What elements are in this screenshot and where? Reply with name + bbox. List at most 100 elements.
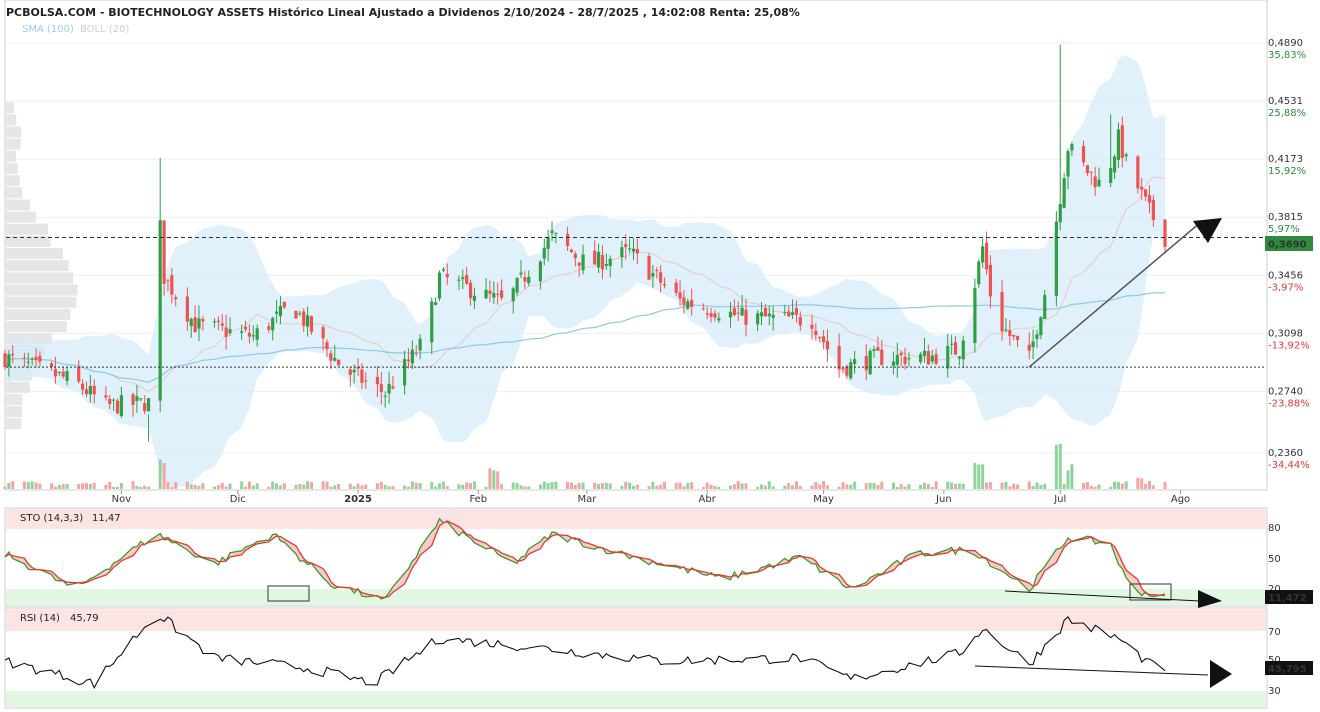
volume-bar xyxy=(220,483,224,489)
volume-bar xyxy=(337,483,341,489)
volume-bar xyxy=(406,486,410,489)
candle-body xyxy=(628,248,632,250)
candle-body xyxy=(709,313,713,317)
volume-bar xyxy=(554,481,558,489)
candle-body xyxy=(977,261,981,285)
volume-bar xyxy=(438,483,442,489)
candle-body xyxy=(88,385,92,395)
month-label: Abr xyxy=(699,494,717,505)
candle-body xyxy=(1163,219,1167,247)
candle-body xyxy=(903,356,907,365)
candle-body xyxy=(329,353,333,361)
candle-body xyxy=(728,311,733,318)
sto-current-label: 11,472 xyxy=(1268,593,1307,604)
candle-body xyxy=(7,354,11,367)
volume-bar xyxy=(515,483,519,489)
chart-stage: 0,4890 35,83% 0,4531 25,88% 0,4173 15,92% 0,38… xyxy=(0,0,1320,712)
volume-bar xyxy=(119,482,123,489)
month-label: Jun xyxy=(935,494,952,505)
volume-bar xyxy=(682,486,686,489)
volume-bar xyxy=(189,484,193,489)
candle-body xyxy=(957,356,961,359)
candle-body xyxy=(620,247,624,258)
candle-body xyxy=(3,353,7,368)
candle-body xyxy=(22,357,26,359)
candle-body xyxy=(1062,178,1066,208)
candle-body xyxy=(364,380,368,382)
candle-body xyxy=(713,313,717,318)
volume-bar xyxy=(77,483,81,489)
volume-profile-bar xyxy=(6,150,16,162)
candle-body xyxy=(596,251,601,268)
candle-body xyxy=(1144,189,1148,197)
candle-body xyxy=(360,369,364,383)
candle-body xyxy=(434,302,438,306)
candle-body xyxy=(798,317,802,326)
volume-bar xyxy=(26,482,30,489)
volume-bar xyxy=(655,485,659,489)
volume-bar xyxy=(957,483,961,489)
candle-body xyxy=(918,354,923,362)
volume-bar xyxy=(1035,482,1039,489)
candle-body xyxy=(542,247,546,259)
sto-overbought-zone xyxy=(6,509,1266,529)
volume-profile-bar xyxy=(6,199,31,211)
volume-bar xyxy=(112,486,116,489)
volume-bar xyxy=(1120,483,1124,489)
rsi-oversold-zone xyxy=(6,691,1266,707)
volume-bar xyxy=(139,486,143,489)
volume-bar xyxy=(973,462,977,489)
sto-oversold-zone xyxy=(6,589,1266,605)
volume-bar xyxy=(566,481,570,489)
volume-bar xyxy=(783,485,787,489)
volume-bar xyxy=(306,481,310,489)
volume-bar xyxy=(135,485,139,489)
volume-profile-bar xyxy=(6,138,21,150)
candle-body xyxy=(11,353,15,356)
candle-body xyxy=(655,269,659,272)
candle-body xyxy=(519,272,523,275)
volume-bar xyxy=(500,484,504,489)
candle-body xyxy=(170,275,174,295)
volume-bar xyxy=(356,483,360,489)
volume-bar xyxy=(387,486,391,489)
volume-bar xyxy=(3,486,7,489)
rsi-label: RSI (14) xyxy=(20,613,60,624)
volume-bar xyxy=(853,481,857,489)
candle-body xyxy=(1097,179,1101,187)
volume-bar xyxy=(174,481,178,489)
candle-body xyxy=(162,220,166,284)
pct-tick-label: 35,83% xyxy=(1268,50,1306,61)
volume-bar xyxy=(798,486,802,489)
volume-bar xyxy=(162,463,166,489)
volume-bar xyxy=(418,483,422,489)
volume-bar xyxy=(352,486,356,489)
month-label: May xyxy=(813,494,834,505)
candle-body xyxy=(759,312,764,317)
candle-body xyxy=(922,350,927,356)
volume-bar xyxy=(868,482,872,489)
candle-body xyxy=(61,371,65,377)
candle-body xyxy=(1085,165,1090,174)
volume-bar xyxy=(620,485,624,489)
volume-bar xyxy=(624,481,628,489)
candle-body xyxy=(1031,341,1035,348)
sto-label: STO (14,3,3) xyxy=(20,513,83,524)
candle-body xyxy=(457,279,461,281)
volume-bar xyxy=(511,482,515,489)
volume-bar xyxy=(267,486,271,489)
volume-profile-bar xyxy=(6,296,77,308)
candle-body xyxy=(1012,334,1016,337)
month-label: Jul xyxy=(1053,494,1066,505)
volume-bar xyxy=(488,468,492,489)
volume-bar xyxy=(635,484,639,489)
candle-body xyxy=(53,369,58,377)
current-price-label: 0,3690 xyxy=(1268,240,1307,251)
volume-bar xyxy=(569,482,573,489)
candle-body xyxy=(80,383,85,390)
candle-body xyxy=(527,276,531,284)
candle-body xyxy=(674,282,678,293)
legend-sma: SMA (100) xyxy=(22,24,74,35)
candle-body xyxy=(849,362,853,379)
volume-bar xyxy=(251,485,255,489)
